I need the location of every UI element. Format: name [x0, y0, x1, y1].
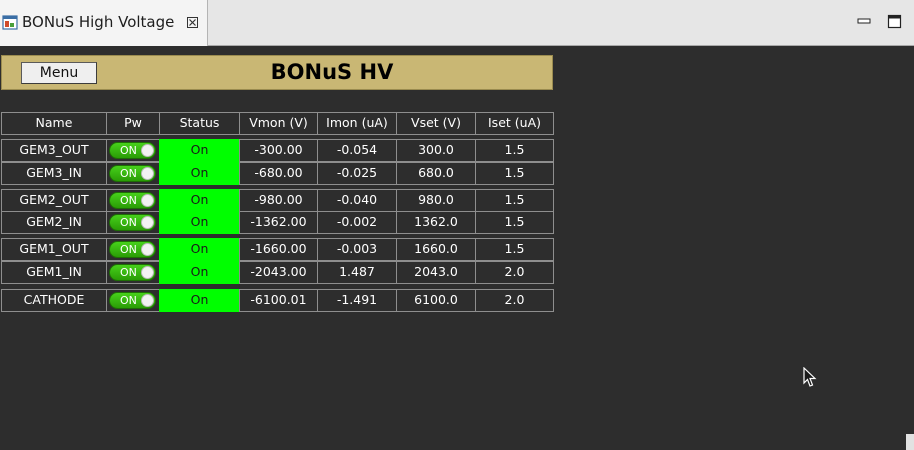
cell-imon: -0.040: [317, 189, 397, 212]
cell-imon: -0.002: [317, 211, 397, 234]
tab-title: BONuS High Voltage: [22, 13, 175, 31]
cell-name: GEM3_IN: [1, 162, 107, 185]
cell-vmon: -2043.00: [239, 261, 318, 284]
toggle-knob: [141, 216, 154, 229]
minimize-icon[interactable]: [857, 14, 871, 28]
column-header-imon: Imon (uA): [317, 112, 397, 135]
column-header-vset: Vset (V): [396, 112, 476, 135]
cell-iset: 1.5: [475, 189, 554, 212]
toggle-label: ON: [120, 294, 137, 307]
status-indicator: On: [159, 162, 240, 185]
cell-vmon: -680.00: [239, 162, 318, 185]
cell-iset: 2.0: [475, 289, 554, 312]
power-toggle[interactable]: ON: [106, 289, 160, 312]
cell-name: GEM3_OUT: [1, 139, 107, 162]
close-icon[interactable]: [187, 17, 198, 28]
column-header-name: Name: [1, 112, 107, 135]
column-header-pw: Pw: [106, 112, 160, 135]
cell-iset: 1.5: [475, 162, 554, 185]
toggle-label: ON: [120, 243, 137, 256]
cell-vset: 680.0: [396, 162, 476, 185]
menu-button[interactable]: Menu: [21, 62, 97, 84]
toggle-label: ON: [120, 144, 137, 157]
toggle-switch[interactable]: ON: [109, 241, 156, 258]
toggle-knob: [141, 243, 154, 256]
status-indicator: On: [159, 189, 240, 212]
column-header-iset: Iset (uA): [475, 112, 554, 135]
toggle-label: ON: [120, 216, 137, 229]
status-indicator: On: [159, 238, 240, 261]
tab-bonus-high-voltage[interactable]: BONuS High Voltage: [0, 0, 208, 46]
cell-vmon: -1660.00: [239, 238, 318, 261]
cell-imon: 1.487: [317, 261, 397, 284]
power-toggle[interactable]: ON: [106, 238, 160, 261]
page-title: BONuS HV: [270, 60, 394, 84]
power-toggle[interactable]: ON: [106, 139, 160, 162]
cell-vmon: -300.00: [239, 139, 318, 162]
toggle-knob: [141, 194, 154, 207]
cell-vset: 300.0: [396, 139, 476, 162]
status-indicator: On: [159, 261, 240, 284]
status-indicator: On: [159, 139, 240, 162]
cell-name: GEM1_IN: [1, 261, 107, 284]
toggle-switch[interactable]: ON: [109, 192, 156, 209]
cell-imon: -1.491: [317, 289, 397, 312]
toggle-label: ON: [120, 167, 137, 180]
cell-imon: -0.003: [317, 238, 397, 261]
cell-name: CATHODE: [1, 289, 107, 312]
toggle-switch[interactable]: ON: [109, 214, 156, 231]
cell-name: GEM2_IN: [1, 211, 107, 234]
cell-vmon: -6100.01: [239, 289, 318, 312]
toggle-knob: [141, 266, 154, 279]
toggle-switch[interactable]: ON: [109, 292, 156, 309]
toggle-knob: [141, 294, 154, 307]
column-header-vmon: Vmon (V): [239, 112, 318, 135]
toggle-label: ON: [120, 194, 137, 207]
toggle-switch[interactable]: ON: [109, 165, 156, 182]
toggle-switch[interactable]: ON: [109, 142, 156, 159]
power-toggle[interactable]: ON: [106, 211, 160, 234]
cell-vset: 6100.0: [396, 289, 476, 312]
cell-iset: 2.0: [475, 261, 554, 284]
cell-imon: -0.025: [317, 162, 397, 185]
header-panel: Menu BONuS HV: [1, 55, 553, 90]
toggle-switch[interactable]: ON: [109, 264, 156, 281]
cell-iset: 1.5: [475, 139, 554, 162]
toggle-label: ON: [120, 266, 137, 279]
status-indicator: On: [159, 289, 240, 312]
window-icon: [2, 15, 18, 30]
power-toggle[interactable]: ON: [106, 189, 160, 212]
toggle-knob: [141, 144, 154, 157]
cell-name: GEM1_OUT: [1, 238, 107, 261]
toggle-knob: [141, 167, 154, 180]
column-header-status: Status: [159, 112, 240, 135]
power-toggle[interactable]: ON: [106, 261, 160, 284]
cell-vmon: -1362.00: [239, 211, 318, 234]
maximize-icon[interactable]: [887, 14, 903, 30]
cell-vmon: -980.00: [239, 189, 318, 212]
cell-vset: 2043.0: [396, 261, 476, 284]
cell-vset: 1362.0: [396, 211, 476, 234]
cell-name: GEM2_OUT: [1, 189, 107, 212]
tab-bar: BONuS High Voltage: [0, 0, 914, 46]
mouse-cursor-icon: [803, 367, 817, 387]
window-corner: [906, 434, 914, 450]
cell-imon: -0.054: [317, 139, 397, 162]
status-indicator: On: [159, 211, 240, 234]
cell-iset: 1.5: [475, 238, 554, 261]
cell-iset: 1.5: [475, 211, 554, 234]
power-toggle[interactable]: ON: [106, 162, 160, 185]
cell-vset: 1660.0: [396, 238, 476, 261]
cell-vset: 980.0: [396, 189, 476, 212]
